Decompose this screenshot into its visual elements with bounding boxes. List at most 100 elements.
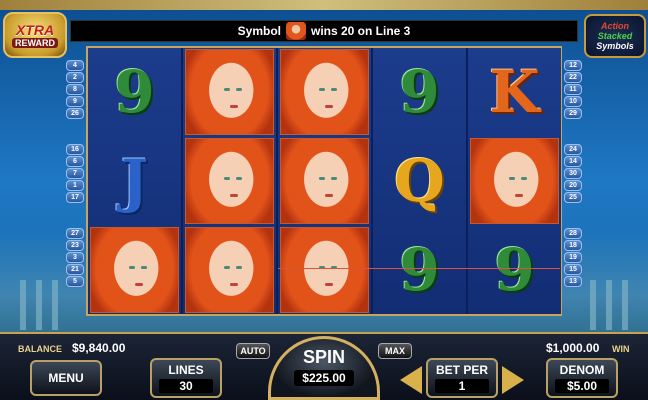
payline-number-badge[interactable]: 25 — [564, 192, 582, 203]
lines-button[interactable]: LINES 30 — [150, 358, 222, 398]
reel-cell: J — [88, 137, 181, 225]
payline-number-badge[interactable]: 14 — [564, 156, 582, 167]
payline-number-badge[interactable]: 12 — [564, 60, 582, 71]
reel-cell — [183, 226, 276, 314]
max-button[interactable]: MAX — [378, 343, 412, 359]
reel-area: 9J9Q9K9 — [86, 46, 562, 316]
symbol-9: 9 — [399, 236, 440, 304]
column-decoration — [622, 280, 628, 330]
logo-left-line2: REWARD — [12, 38, 58, 48]
payline-number-badge[interactable]: 17 — [66, 192, 84, 203]
payline-number-badge[interactable]: 28 — [564, 228, 582, 239]
payline-number-badge[interactable]: 19 — [564, 252, 582, 263]
bet-value: 1 — [434, 379, 490, 393]
reel-cell: 9 — [373, 48, 466, 136]
logo-right-line1: Action — [601, 21, 629, 31]
symbol-9: 9 — [494, 236, 535, 304]
payline-number-badge[interactable]: 27 — [66, 228, 84, 239]
payline-number-badge[interactable]: 21 — [66, 264, 84, 275]
payline-number-badge[interactable]: 18 — [564, 240, 582, 251]
denom-button[interactable]: DENOM $5.00 — [546, 358, 618, 398]
payline-number-badge[interactable]: 3 — [66, 252, 84, 263]
red-haired-maiden-symbol-icon — [280, 227, 369, 313]
balance-label: BALANCE — [18, 344, 62, 354]
payline-number-badge[interactable]: 5 — [66, 276, 84, 287]
reel-cell — [468, 137, 561, 225]
reel-cell — [88, 226, 181, 314]
payline-number-badge[interactable]: 13 — [564, 276, 582, 287]
xtra-reward-logo: XTRA REWARD — [3, 12, 67, 58]
spin-value: $225.00 — [294, 370, 354, 386]
menu-button[interactable]: MENU — [30, 360, 102, 396]
column-decoration — [606, 280, 612, 330]
payline-number-badge[interactable]: 10 — [564, 96, 582, 107]
action-stacked-symbols-logo: Action Stacked Symbols — [584, 14, 646, 58]
logo-right-line3: Symbols — [596, 41, 634, 51]
red-haired-maiden-symbol-icon — [185, 227, 274, 313]
win-label: WIN — [612, 344, 630, 354]
spin-label: SPIN — [302, 347, 345, 367]
symbol-9: 9 — [114, 58, 155, 126]
reel-cell — [278, 137, 371, 225]
payline-number-badge[interactable]: 4 — [66, 60, 84, 71]
payline-number-badge[interactable]: 1 — [66, 180, 84, 191]
denom-label: DENOM — [559, 363, 605, 377]
reel-1: 9J — [88, 48, 181, 314]
lines-value: 30 — [158, 379, 214, 393]
auto-button[interactable]: AUTO — [236, 343, 270, 359]
payline-number-badge[interactable]: 29 — [564, 108, 582, 119]
payline-number-badge[interactable]: 15 — [564, 264, 582, 275]
payline-number-badge[interactable]: 24 — [564, 144, 582, 155]
payline-number-badge[interactable]: 6 — [66, 156, 84, 167]
reel-cell: K — [468, 48, 561, 136]
red-haired-maiden-symbol-icon — [185, 49, 274, 135]
win-value: $1,000.00 — [546, 341, 600, 355]
bet-increase-arrow-icon[interactable] — [502, 366, 524, 394]
payline-number-badge[interactable]: 30 — [564, 168, 582, 179]
payline-number-badge[interactable]: 8 — [66, 84, 84, 95]
reel-3 — [278, 48, 371, 314]
symbol-9: 9 — [399, 58, 440, 126]
reel-5: K9 — [468, 48, 561, 314]
reel-2 — [183, 48, 276, 314]
reel-cell: 9 — [88, 48, 181, 136]
reel-cell: 9 — [468, 226, 561, 314]
gold-frame — [0, 0, 648, 10]
left-line-numbers: 4 2 8 9 26 16 6 7 1 17 27 23 3 21 5 — [66, 60, 84, 287]
red-haired-maiden-symbol-icon — [280, 138, 369, 224]
bet-label: BET PER — [435, 363, 488, 377]
payline-number-badge[interactable]: 16 — [66, 144, 84, 155]
red-haired-maiden-symbol-icon — [185, 138, 274, 224]
reel-cell — [183, 48, 276, 136]
reel-cell: Q — [373, 137, 466, 225]
payline-number-badge[interactable]: 26 — [66, 108, 84, 119]
top-banner: Symbol wins 20 on Line 3 XTRA REWARD Act… — [0, 0, 648, 58]
bet-decrease-arrow-icon[interactable] — [400, 366, 422, 394]
payline-number-badge[interactable]: 9 — [66, 96, 84, 107]
red-haired-maiden-symbol-icon — [470, 138, 559, 224]
payline-number-badge[interactable]: 23 — [66, 240, 84, 251]
bet-per-button[interactable]: BET PER 1 — [426, 358, 498, 398]
payline-number-badge[interactable]: 11 — [564, 84, 582, 95]
symbol-q: Q — [394, 147, 445, 215]
message-suffix: wins 20 on Line 3 — [310, 24, 411, 38]
payline-number-badge[interactable]: 2 — [66, 72, 84, 83]
column-decoration — [52, 280, 58, 330]
reel-4: 9 Q 9 — [373, 48, 466, 314]
payline-number-badge[interactable]: 7 — [66, 168, 84, 179]
red-haired-maiden-symbol-icon — [280, 49, 369, 135]
column-decoration — [20, 280, 26, 330]
logo-right-line2: Stacked — [597, 31, 633, 41]
red-haired-maiden-symbol-icon — [90, 227, 179, 313]
reel-cell — [183, 137, 276, 225]
payline-number-badge[interactable]: 20 — [564, 180, 582, 191]
payline-number-badge[interactable]: 22 — [564, 72, 582, 83]
reel-cell — [278, 48, 371, 136]
